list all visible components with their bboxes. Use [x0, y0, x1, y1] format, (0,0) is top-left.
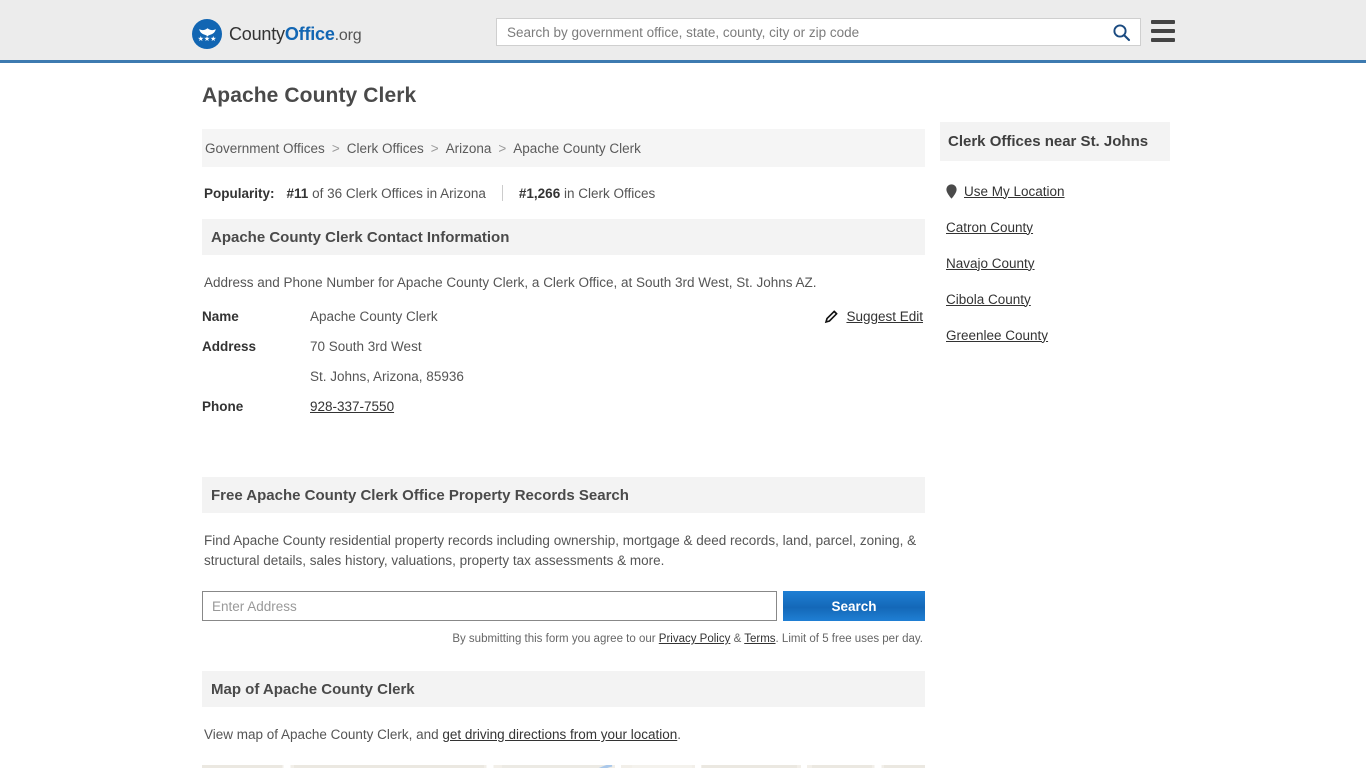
- property-search-form: Search: [202, 591, 925, 621]
- eagle-seal-icon: ★★★: [192, 19, 222, 49]
- suggest-edit-button[interactable]: Suggest Edit: [824, 309, 923, 324]
- legal-suffix: . Limit of 5 free uses per day.: [775, 633, 923, 645]
- contact-row-name: Name Apache County Clerk: [202, 309, 925, 339]
- hamburger-bar: [1151, 38, 1175, 42]
- contact-value-address-line1: 70 South 3rd West: [310, 339, 422, 354]
- stars-icon: ★★★: [197, 36, 217, 43]
- legal-ampersand: &: [733, 633, 742, 645]
- suggest-edit-label: Suggest Edit: [846, 309, 923, 324]
- hamburger-bar: [1151, 20, 1175, 24]
- popularity-national-rank: #1,266: [518, 185, 561, 201]
- sidebar-heading: Clerk Offices near St. Johns: [940, 122, 1170, 161]
- sidebar-item-use-my-location[interactable]: Use My Location: [940, 173, 1170, 209]
- property-search-button[interactable]: Search: [783, 591, 925, 621]
- sidebar: Clerk Offices near St. Johns Use My Loca…: [940, 122, 1170, 353]
- sidebar-item-catron-county[interactable]: Catron County: [940, 209, 1170, 245]
- logo-text: CountyOffice.org: [229, 23, 362, 45]
- popularity-label: Popularity:: [204, 185, 275, 201]
- map-description-prefix: View map of Apache County Clerk, and: [204, 727, 439, 742]
- site-header: ★★★ CountyOffice.org: [0, 0, 1366, 63]
- logo-text-county: County: [229, 23, 285, 44]
- search-icon: [1112, 23, 1130, 41]
- sidebar-item-label: Use My Location: [964, 183, 1065, 199]
- terms-link[interactable]: Terms: [744, 633, 775, 645]
- privacy-policy-link[interactable]: Privacy Policy: [659, 633, 731, 645]
- breadcrumb: Government Offices > Clerk Offices > Ari…: [202, 129, 925, 167]
- contact-row-phone: Phone 928-337-7550: [202, 399, 925, 429]
- logo-text-office: Office: [284, 23, 335, 44]
- contact-section-heading: Apache County Clerk Contact Information: [202, 219, 925, 255]
- map-section-heading: Map of Apache County Clerk: [202, 671, 925, 707]
- search-button[interactable]: [1102, 19, 1140, 45]
- sidebar-item-label: Greenlee County: [946, 327, 1049, 343]
- driving-directions-link[interactable]: get driving directions from your locatio…: [442, 727, 677, 742]
- contact-table: Name Apache County Clerk Address 70 Sout…: [202, 309, 925, 429]
- contact-section-description: Address and Phone Number for Apache Coun…: [204, 275, 817, 290]
- edit-pencil-icon: [825, 310, 839, 324]
- breadcrumb-separator: >: [430, 140, 439, 156]
- page-title: Apache County Clerk: [202, 84, 417, 107]
- legal-prefix: By submitting this form you agree to our: [452, 633, 656, 645]
- breadcrumb-item-apache-county-clerk[interactable]: Apache County Clerk: [513, 141, 641, 156]
- contact-row-address-line2: St. Johns, Arizona, 85936: [202, 369, 925, 399]
- contact-value-address-line2: St. Johns, Arizona, 85936: [310, 369, 464, 384]
- breadcrumb-item-clerk-offices[interactable]: Clerk Offices: [347, 141, 424, 156]
- contact-key-phone: Phone: [202, 399, 244, 414]
- breadcrumb-item-government-offices[interactable]: Government Offices: [205, 141, 325, 156]
- popularity-state-text: of 36 Clerk Offices in Arizona: [312, 185, 486, 201]
- breadcrumb-separator: >: [498, 140, 507, 156]
- map-section-description: View map of Apache County Clerk, and get…: [202, 707, 925, 745]
- popularity-state-rank: #11: [286, 185, 309, 201]
- popularity-row: Popularity: #11 of 36 Clerk Offices in A…: [202, 177, 925, 207]
- sidebar-item-label: Navajo County: [946, 255, 1035, 271]
- sidebar-item-label: Catron County: [946, 219, 1034, 235]
- sidebar-list: Use My Location Catron County Navajo Cou…: [940, 161, 1170, 353]
- address-input[interactable]: [202, 591, 777, 621]
- search-input[interactable]: [497, 24, 1102, 40]
- sidebar-item-navajo-county[interactable]: Navajo County: [940, 245, 1170, 281]
- site-logo[interactable]: ★★★ CountyOffice.org: [192, 19, 362, 49]
- breadcrumb-item-arizona[interactable]: Arizona: [446, 141, 492, 156]
- sidebar-item-greenlee-county[interactable]: Greenlee County: [940, 317, 1170, 353]
- phone-link[interactable]: 928-337-7550: [310, 399, 394, 414]
- main-content: Apache County Clerk Government Offices >…: [202, 84, 925, 768]
- contact-value-name: Apache County Clerk: [310, 309, 438, 324]
- logo-text-org: .org: [334, 26, 362, 44]
- contact-key-name: Name: [202, 309, 239, 324]
- hamburger-menu-icon[interactable]: [1151, 20, 1175, 42]
- popularity-divider: [501, 185, 503, 201]
- map-description-suffix: .: [677, 727, 682, 742]
- property-search-heading: Free Apache County Clerk Office Property…: [202, 477, 925, 513]
- sidebar-item-label: Cibola County: [946, 291, 1031, 307]
- sidebar-item-cibola-county[interactable]: Cibola County: [940, 281, 1170, 317]
- global-search-box[interactable]: [496, 18, 1141, 46]
- popularity-national-text: in Clerk Offices: [563, 185, 656, 201]
- property-search-legal: By submitting this form you agree to our…: [202, 621, 925, 645]
- map-pin-icon: [946, 183, 957, 199]
- hamburger-bar: [1151, 29, 1175, 33]
- contact-key-address: Address: [202, 339, 257, 354]
- property-search-description: Find Apache County residential property …: [204, 533, 917, 568]
- contact-row-address: Address 70 South 3rd West: [202, 339, 925, 369]
- breadcrumb-separator: >: [331, 140, 340, 156]
